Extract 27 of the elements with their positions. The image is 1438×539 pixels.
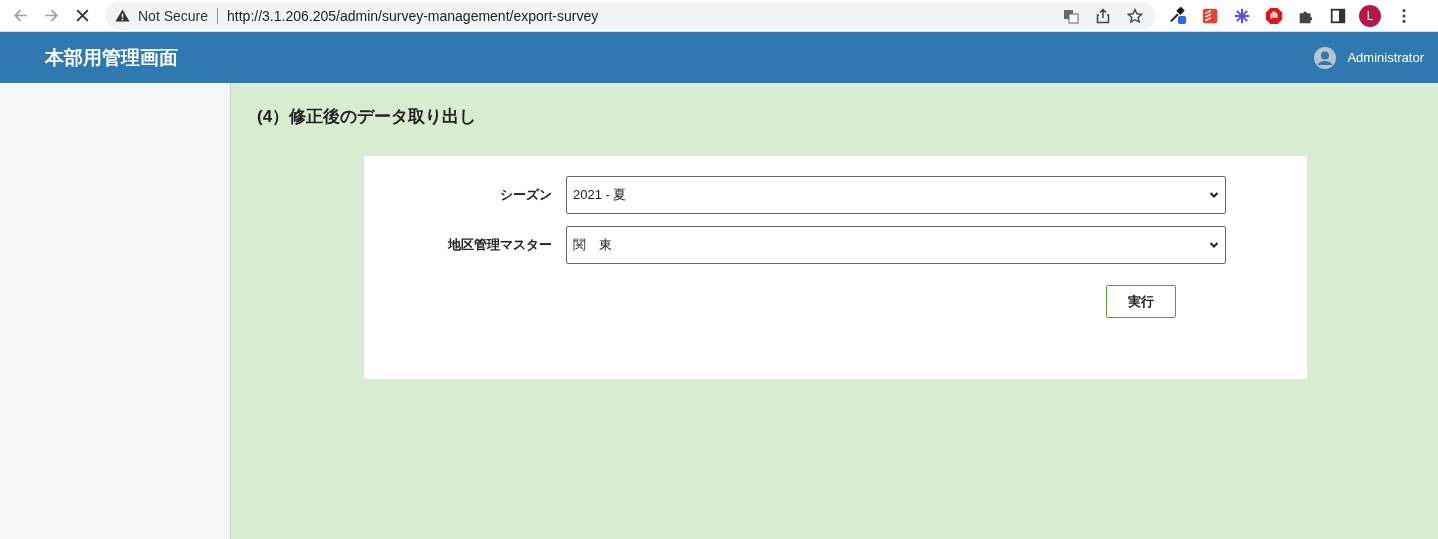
side-panel-icon[interactable]	[1329, 6, 1347, 25]
app-title: 本部用管理画面	[45, 45, 178, 70]
url-text: http://3.1.206.205/admin/survey-management/export-survey	[227, 7, 599, 24]
select-field[interactable]: 関 東	[566, 226, 1226, 264]
chevron-icon	[1209, 190, 1219, 200]
chevron-icon	[1209, 240, 1219, 250]
run-button[interactable]: 実行	[1106, 285, 1176, 318]
hand-icon[interactable]	[1265, 6, 1283, 25]
forward-icon[interactable]	[43, 7, 60, 24]
user-icon[interactable]	[1313, 45, 1338, 70]
page-heading: (4）修正後のデータ取り出し	[257, 106, 478, 128]
field-label: 地区管理マスター	[446, 236, 552, 254]
select-field[interactable]: 2021 - 夏	[566, 176, 1226, 214]
translate-icon[interactable]	[1063, 7, 1079, 24]
profile-avatar[interactable]: L	[1359, 4, 1381, 27]
sparkle-icon[interactable]	[1233, 6, 1251, 25]
share-icon[interactable]	[1095, 7, 1111, 24]
layers-icon[interactable]	[1201, 6, 1219, 25]
close-icon[interactable]	[74, 7, 91, 24]
star-icon[interactable]	[1127, 7, 1143, 24]
address-bar[interactable]: Not Secure http://3.1.206.205/admin/survey-management/export-survey	[105, 1, 1155, 30]
eyedropper-icon[interactable]	[1169, 6, 1187, 25]
back-icon[interactable]	[12, 7, 29, 24]
field-label: シーズン	[499, 186, 552, 204]
user-name[interactable]: Administrator	[1347, 50, 1424, 65]
security-label: Not Secure	[138, 7, 209, 24]
warning-icon[interactable]	[115, 8, 130, 23]
